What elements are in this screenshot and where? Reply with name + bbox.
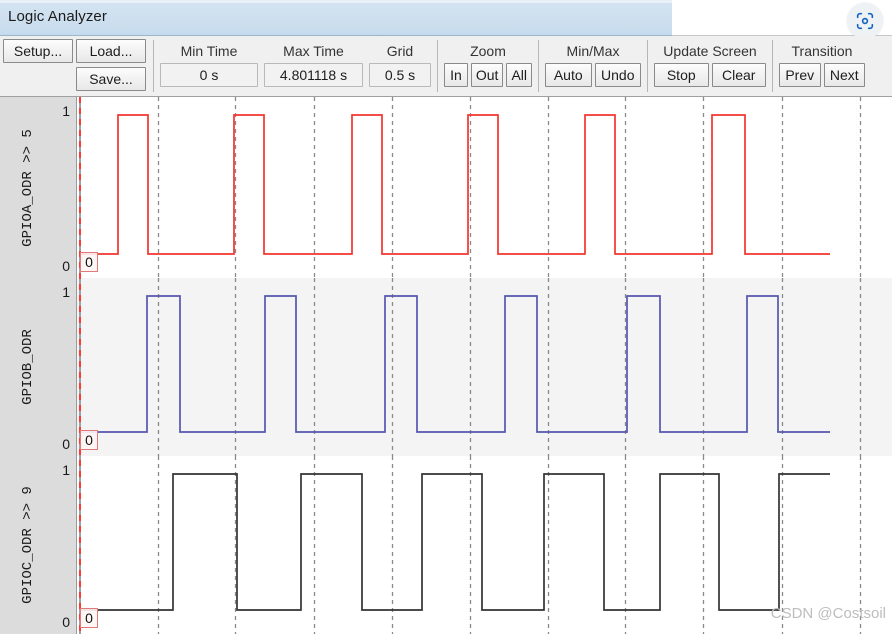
toolbar-separator <box>538 40 539 92</box>
update-screen-label: Update Screen <box>663 43 757 59</box>
toolbar: Setup... Load... Save... Min Time 0 s Ma… <box>0 36 892 97</box>
waveform-canvas <box>79 456 862 634</box>
y-tick-high: 1 <box>62 284 70 300</box>
zoom-out-button[interactable]: Out <box>470 63 504 87</box>
toolbar-group-file: Setup... Load... Save... <box>0 36 150 96</box>
lane-label-column: GPIOC_ODR >> 9 1 0 <box>0 456 77 634</box>
min-time-field[interactable]: 0 s <box>160 63 258 87</box>
toolbar-group-transition: Transition Prev Next <box>776 36 868 96</box>
update-button-row: Stop Clear <box>654 63 766 87</box>
setup-button[interactable]: Setup... <box>3 39 73 63</box>
window-title: Logic Analyzer <box>8 8 107 25</box>
grid-field[interactable]: 0.5 s <box>369 63 431 87</box>
y-tick-low: 0 <box>62 436 70 452</box>
toolbar-group-zoom: Zoom In Out All <box>441 36 535 96</box>
update-stop-button[interactable]: Stop <box>654 63 709 87</box>
waveform-lane: GPIOA_ODR >> 5 1 00 <box>0 97 892 278</box>
transition-button-row: Prev Next <box>779 63 865 87</box>
time-cursor-line[interactable] <box>79 97 81 634</box>
minmax-undo-button[interactable]: Undo <box>594 63 641 87</box>
toolbar-group-min-time: Min Time 0 s <box>157 36 261 96</box>
waveform-plot-area[interactable]: GPIOA_ODR >> 5 1 0 0 GPIOB_ODR 1 0 0 GPIOC_ODR >… <box>0 97 892 634</box>
toolbar-separator <box>153 40 154 92</box>
cursor-value-box: 0 <box>80 430 98 450</box>
toolbar-group-grid: Grid 0.5 s <box>366 36 434 96</box>
cursor-value-box: 0 <box>80 608 98 628</box>
transition-next-button[interactable]: Next <box>823 63 865 87</box>
waveform-lane: GPIOC_ODR >> 9 1 00 <box>0 456 892 634</box>
toolbar-group-minmax: Min/Max Auto Undo <box>542 36 644 96</box>
lane-label-column: GPIOB_ODR 1 0 <box>0 278 77 456</box>
signal-trace <box>79 295 830 433</box>
waveform-canvas <box>79 278 862 456</box>
y-tick-high: 1 <box>62 462 70 478</box>
toolbar-group-update-screen: Update Screen Stop Clear <box>651 36 769 96</box>
signal-name-label: GPIOB_ODR <box>20 329 36 405</box>
scan-focus-icon-button[interactable] <box>847 3 883 39</box>
title-bar: Logic Analyzer <box>0 0 672 36</box>
zoom-all-button[interactable]: All <box>506 63 532 87</box>
y-tick-high: 1 <box>62 103 70 119</box>
watermark-text: CSDN @Costsoil <box>770 605 886 622</box>
file-button-stack: Load... Save... <box>76 39 146 91</box>
zoom-in-button[interactable]: In <box>444 63 468 87</box>
signal-trace <box>79 473 830 611</box>
zoom-button-row: In Out All <box>444 63 532 87</box>
minmax-label: Min/Max <box>566 43 620 59</box>
zoom-label: Zoom <box>470 43 506 59</box>
waveform-lane: GPIOB_ODR 1 0 0 <box>0 278 892 456</box>
transition-prev-button[interactable]: Prev <box>779 63 821 87</box>
title-bar-highlight <box>0 0 672 3</box>
cursor-value-box: 0 <box>80 252 98 272</box>
max-time-field[interactable]: 4.801118 s <box>264 63 363 87</box>
transition-label: Transition <box>791 43 853 59</box>
waveform-canvas <box>79 97 862 278</box>
signal-trace <box>79 114 830 255</box>
save-button[interactable]: Save... <box>76 67 146 91</box>
update-clear-button[interactable]: Clear <box>711 63 766 87</box>
load-button[interactable]: Load... <box>76 39 146 63</box>
toolbar-separator <box>647 40 648 92</box>
minmax-auto-button[interactable]: Auto <box>545 63 592 87</box>
toolbar-group-max-time: Max Time 4.801118 s <box>261 36 366 96</box>
minmax-button-row: Auto Undo <box>545 63 641 87</box>
grid-label: Grid <box>386 43 414 59</box>
logic-analyzer-window: Logic Analyzer Setup... Load... Save... … <box>0 0 892 634</box>
y-tick-low: 0 <box>62 258 70 274</box>
signal-name-label: GPIOC_ODR >> 9 <box>20 486 36 604</box>
toolbar-separator <box>437 40 438 92</box>
lane-label-column: GPIOA_ODR >> 5 1 0 <box>0 97 77 278</box>
max-time-label: Max Time <box>283 43 344 59</box>
toolbar-separator <box>772 40 773 92</box>
signal-name-label: GPIOA_ODR >> 5 <box>20 128 36 247</box>
y-tick-low: 0 <box>62 614 70 630</box>
scan-focus-icon <box>856 12 874 30</box>
min-time-label: Min Time <box>180 43 238 59</box>
